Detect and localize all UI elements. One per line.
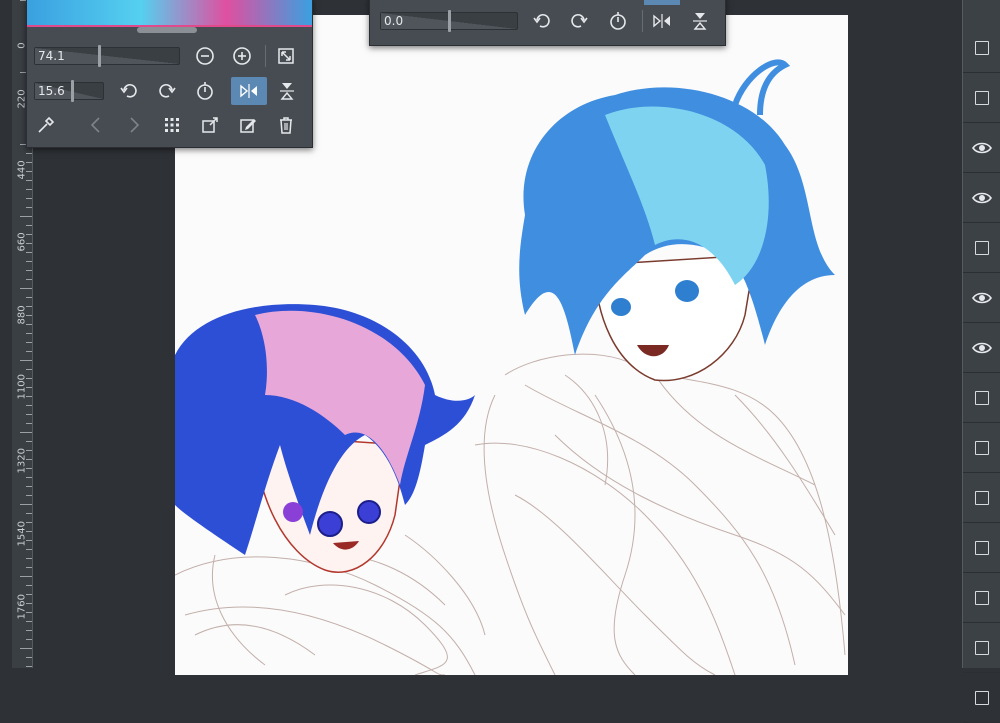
grid-icon bbox=[165, 118, 179, 132]
reset-rotation-icon bbox=[610, 12, 626, 30]
visibility-checkbox[interactable] bbox=[975, 541, 989, 555]
new-window-icon bbox=[202, 117, 218, 133]
layer-row[interactable] bbox=[963, 674, 1000, 723]
layer-row[interactable] bbox=[963, 374, 1000, 423]
edit-icon bbox=[240, 119, 256, 133]
flip-vertical-button[interactable] bbox=[275, 79, 299, 103]
eye-icon[interactable] bbox=[972, 141, 992, 155]
separator bbox=[642, 10, 643, 32]
rotate-right-button[interactable] bbox=[155, 79, 179, 103]
visibility-checkbox[interactable] bbox=[975, 441, 989, 455]
zoom-out-button[interactable] bbox=[193, 44, 217, 68]
zoom-out-icon bbox=[196, 47, 214, 65]
visibility-checkbox[interactable] bbox=[975, 641, 989, 655]
visibility-checkbox[interactable] bbox=[975, 491, 989, 505]
layer-row[interactable] bbox=[963, 574, 1000, 623]
forward-button[interactable] bbox=[122, 113, 146, 137]
reset-rotation-button[interactable] bbox=[193, 79, 217, 103]
zoom-in-button[interactable] bbox=[230, 44, 254, 68]
forward-icon bbox=[130, 117, 140, 133]
zoom-slider[interactable]: 74.1 bbox=[34, 45, 180, 67]
layer-row[interactable] bbox=[963, 224, 1000, 273]
visibility-checkbox[interactable] bbox=[975, 91, 989, 105]
navigator-panel: 74.1 15.6 bbox=[26, 0, 313, 148]
eye-icon[interactable] bbox=[972, 191, 992, 205]
rotate-left-icon bbox=[533, 13, 550, 28]
reset-rotation-icon bbox=[197, 82, 213, 100]
fit-to-screen-button[interactable] bbox=[274, 44, 298, 68]
flip-horizontal-icon bbox=[653, 14, 670, 28]
rotation-slider-2[interactable]: 0.0 bbox=[380, 10, 518, 32]
navigator-scrollbar[interactable] bbox=[137, 27, 197, 33]
rotation-value-2: 0.0 bbox=[384, 14, 404, 28]
rotation-slider[interactable]: 15.6 bbox=[34, 80, 104, 102]
flip-vertical-button-2[interactable] bbox=[688, 9, 712, 33]
layer-row[interactable] bbox=[963, 624, 1000, 673]
zoom-value: 74.1 bbox=[38, 49, 65, 63]
grid-button[interactable] bbox=[160, 113, 184, 137]
visibility-checkbox[interactable] bbox=[975, 391, 989, 405]
edit-button[interactable] bbox=[236, 113, 260, 137]
flip-vertical-icon bbox=[693, 13, 707, 30]
back-icon bbox=[90, 117, 100, 133]
rotation-value: 15.6 bbox=[38, 84, 65, 98]
visibility-checkbox[interactable] bbox=[975, 691, 989, 705]
layer-row[interactable] bbox=[963, 274, 1000, 323]
eyedropper-icon bbox=[38, 116, 55, 133]
layer-row[interactable] bbox=[963, 424, 1000, 473]
back-button[interactable] bbox=[84, 113, 108, 137]
rotate-right-icon bbox=[159, 83, 176, 98]
flip-horizontal-icon bbox=[240, 84, 257, 98]
layer-row[interactable] bbox=[963, 24, 1000, 73]
layer-row[interactable] bbox=[963, 124, 1000, 173]
trash-button[interactable] bbox=[274, 113, 298, 137]
eyedropper-button[interactable] bbox=[34, 113, 58, 137]
rotate-right-button-2[interactable] bbox=[567, 9, 591, 33]
rotate-right-icon bbox=[571, 13, 588, 28]
rotation-slider-2-knob[interactable] bbox=[448, 10, 451, 32]
visibility-checkbox[interactable] bbox=[975, 591, 989, 605]
zoom-slider-knob[interactable] bbox=[98, 45, 101, 67]
layer-row[interactable] bbox=[963, 174, 1000, 223]
active-highlight bbox=[644, 0, 680, 5]
layer-row[interactable] bbox=[963, 474, 1000, 523]
fit-icon bbox=[278, 48, 294, 64]
rotate-left-icon bbox=[120, 83, 137, 98]
layer-row[interactable] bbox=[963, 324, 1000, 373]
navigator-panel-2: 0.0 bbox=[369, 0, 726, 46]
eye-icon[interactable] bbox=[972, 341, 992, 355]
navigator-preview[interactable] bbox=[27, 0, 312, 27]
eye-icon[interactable] bbox=[972, 291, 992, 305]
visibility-checkbox[interactable] bbox=[975, 241, 989, 255]
zoom-in-icon bbox=[233, 47, 251, 65]
rotate-left-button[interactable] bbox=[117, 79, 141, 103]
layer-row[interactable] bbox=[963, 524, 1000, 573]
reset-rotation-button-2[interactable] bbox=[606, 9, 630, 33]
rotation-slider-knob[interactable] bbox=[71, 80, 74, 102]
new-window-button[interactable] bbox=[198, 113, 222, 137]
visibility-checkbox[interactable] bbox=[975, 41, 989, 55]
flip-horizontal-button[interactable] bbox=[231, 77, 267, 105]
layer-panel bbox=[962, 0, 1000, 723]
layer-row[interactable] bbox=[963, 74, 1000, 123]
flip-vertical-icon bbox=[280, 83, 294, 100]
separator bbox=[265, 45, 266, 67]
rotate-left-button-2[interactable] bbox=[530, 9, 554, 33]
flip-horizontal-button-2[interactable] bbox=[650, 9, 674, 33]
trash-icon bbox=[280, 117, 292, 134]
